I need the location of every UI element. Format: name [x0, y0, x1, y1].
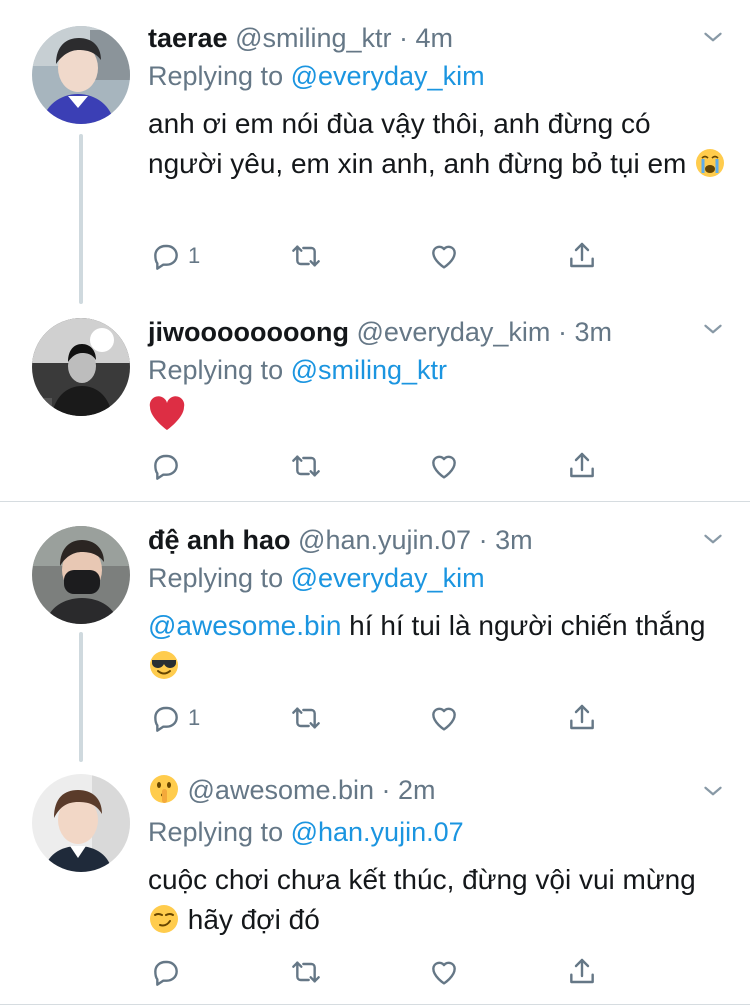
tweet-1[interactable]: taerae @smiling_ktr · 4m Replying to @ev… [0, 0, 750, 310]
share-icon [566, 240, 598, 272]
like-icon [428, 240, 460, 272]
replying-to-label: Replying to [148, 61, 291, 91]
avatar[interactable] [32, 26, 130, 124]
replying-to-link[interactable]: @everyday_kim [291, 563, 485, 593]
retweet-icon [290, 956, 322, 988]
retweet-button[interactable] [290, 446, 322, 486]
like-button[interactable] [428, 698, 460, 738]
retweet-button[interactable] [290, 952, 322, 992]
reply-button[interactable] [150, 952, 182, 992]
handle[interactable]: @han.yujin.07 [298, 525, 471, 555]
divider [0, 1004, 750, 1005]
tweet-header: jiwoooooooong @everyday_kim · 3m [148, 312, 612, 352]
tweet-text [148, 396, 730, 443]
share-button[interactable] [566, 446, 598, 486]
shushing-face-icon [148, 773, 180, 816]
handle[interactable]: @smiling_ktr [235, 23, 391, 53]
reply-icon [150, 956, 182, 988]
reply-button[interactable]: 1 [150, 698, 200, 738]
display-name[interactable]: đệ anh hao [148, 525, 291, 555]
retweet-icon [290, 450, 322, 482]
like-button[interactable] [428, 236, 460, 276]
tweet-text-content: cuộc chơi chưa kết thúc, đừng vội vui mừ… [148, 864, 696, 895]
chevron-down-icon[interactable] [700, 316, 726, 342]
display-name[interactable]: jiwoooooooong [148, 317, 349, 347]
avatar[interactable] [32, 774, 130, 872]
reply-icon [150, 450, 182, 482]
tweet-actions: 1 [148, 236, 608, 276]
mention-link[interactable]: @awesome.bin [148, 610, 341, 641]
replying-to-label: Replying to [148, 817, 291, 847]
tweet-header: đệ anh hao @han.yujin.07 · 3m [148, 520, 533, 560]
reply-count: 1 [188, 243, 201, 268]
replying-to-link[interactable]: @smiling_ktr [291, 355, 447, 385]
tweet-actions [148, 952, 608, 992]
tweet-header: @awesome.bin · 2m [148, 770, 436, 810]
timestamp[interactable]: 2m [398, 775, 436, 805]
handle[interactable]: @awesome.bin [188, 775, 375, 805]
retweet-button[interactable] [290, 698, 322, 738]
tweet-text-content: anh ơi em nói đùa vậy thôi, anh đừng có … [148, 108, 687, 179]
tweet-3[interactable]: đệ anh hao @han.yujin.07 · 3m Replying t… [0, 502, 750, 762]
tweet-4[interactable]: @awesome.bin · 2m Replying to @han.yujin… [0, 762, 750, 1006]
handle[interactable]: @everyday_kim [356, 317, 550, 347]
replying-to-link[interactable]: @everyday_kim [291, 61, 485, 91]
replying-to-label: Replying to [148, 563, 291, 593]
replying-to-line: Replying to @han.yujin.07 [148, 812, 464, 852]
timestamp[interactable]: 4m [416, 23, 454, 53]
like-icon [428, 702, 460, 734]
like-icon [428, 450, 460, 482]
separator: · [391, 23, 416, 53]
share-button[interactable] [566, 698, 598, 738]
share-button[interactable] [566, 952, 598, 992]
separator: · [550, 317, 575, 347]
display-name[interactable]: taerae [148, 23, 228, 53]
smirking-face-icon [148, 903, 180, 946]
tweet-actions [148, 446, 608, 486]
like-button[interactable] [428, 446, 460, 486]
share-icon [566, 702, 598, 734]
like-icon [428, 956, 460, 988]
tweet-actions: 1 [148, 698, 608, 738]
tweet-text: anh ơi em nói đùa vậy thôi, anh đừng có … [148, 104, 730, 190]
share-icon [566, 956, 598, 988]
reply-count: 1 [188, 705, 201, 730]
replying-to-link[interactable]: @han.yujin.07 [291, 817, 464, 847]
replying-to-label: Replying to [148, 355, 291, 385]
like-button[interactable] [428, 952, 460, 992]
timestamp[interactable]: 3m [495, 525, 533, 555]
tweet-text: @awesome.bin hí hí tui là người chiến th… [148, 606, 730, 692]
tweet-text: cuộc chơi chưa kết thúc, đừng vội vui mừ… [148, 860, 730, 946]
avatar[interactable] [32, 526, 130, 624]
reply-button[interactable]: 1 [150, 236, 200, 276]
share-icon [566, 450, 598, 482]
reply-icon [150, 240, 182, 272]
thread-line [79, 134, 83, 304]
chevron-down-icon[interactable] [700, 526, 726, 552]
reply-button[interactable] [150, 446, 182, 486]
separator: · [471, 525, 496, 555]
loudly-crying-face-icon [694, 147, 726, 190]
tweet-2[interactable]: jiwoooooooong @everyday_kim · 3m Replyin… [0, 310, 750, 500]
replying-to-line: Replying to @everyday_kim [148, 558, 485, 598]
replying-to-line: Replying to @smiling_ktr [148, 350, 447, 390]
separator: · [374, 775, 399, 805]
tweet-header: taerae @smiling_ktr · 4m [148, 18, 453, 58]
reply-icon [150, 702, 182, 734]
chevron-down-icon[interactable] [700, 24, 726, 50]
timestamp[interactable]: 3m [574, 317, 612, 347]
share-button[interactable] [566, 236, 598, 276]
thread-line [79, 632, 83, 762]
retweet-button[interactable] [290, 236, 322, 276]
avatar[interactable] [32, 318, 130, 416]
retweet-icon [290, 702, 322, 734]
replying-to-line: Replying to @everyday_kim [148, 56, 485, 96]
red-heart-icon [148, 396, 186, 443]
tweet-text-content: hãy đợi đó [180, 904, 320, 935]
smiling-face-with-sunglasses-icon [148, 649, 180, 692]
tweet-text-content: hí hí tui là người chiến thắng [341, 610, 706, 641]
chevron-down-icon[interactable] [700, 778, 726, 804]
retweet-icon [290, 240, 322, 272]
